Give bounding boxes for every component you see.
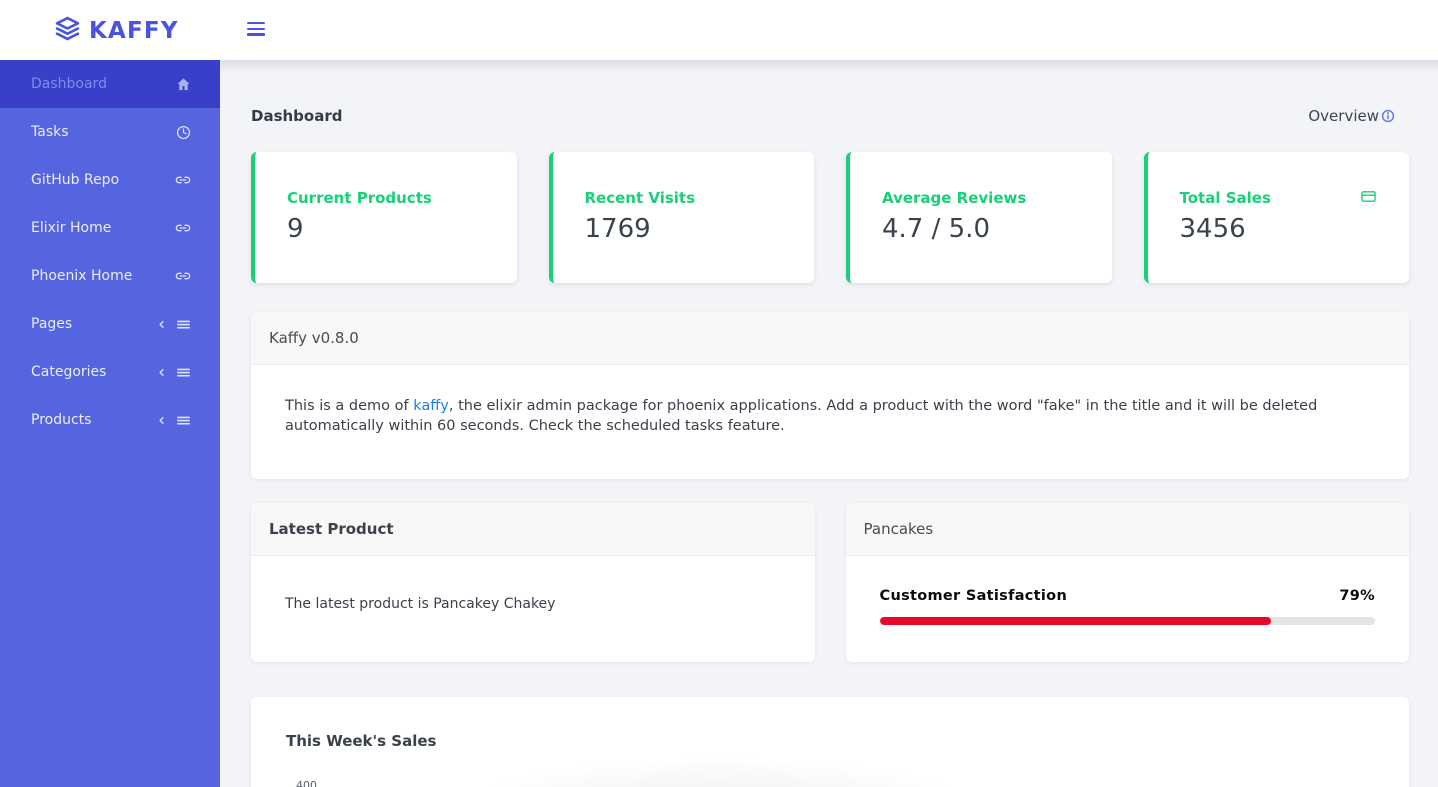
layers-icon: [55, 16, 80, 45]
info-text-before: This is a demo of: [285, 398, 414, 414]
link-icon: [175, 220, 191, 236]
stat-title: Current Products: [287, 189, 432, 207]
stat-title: Recent Visits: [584, 189, 696, 207]
chevron-left-icon: [156, 415, 167, 426]
sidebar-item-label: GitHub Repo: [31, 172, 120, 188]
sidebar-item-label: Elixir Home: [31, 220, 112, 236]
latest-product-text: The latest product is Pancakey Chakey: [285, 596, 556, 612]
sidebar-item-label: Tasks: [31, 124, 69, 140]
sidebar-item-products[interactable]: Products: [0, 396, 220, 444]
credit-card-icon: [1361, 189, 1376, 208]
stat-card-total-sales: Total Sales 3456: [1143, 152, 1409, 283]
sidebar-item-label: Categories: [31, 364, 107, 380]
info-icon[interactable]: [1381, 109, 1395, 123]
weekly-sales-panel: This Week's Sales 400: [251, 697, 1409, 787]
sidebar-item-tasks[interactable]: Tasks: [0, 108, 220, 156]
sidebar-item-phoenix-home[interactable]: Phoenix Home: [0, 252, 220, 300]
stat-card-current-products: Current Products 9: [251, 152, 517, 283]
brand-logo[interactable]: KAFFY: [55, 16, 179, 45]
sidebar-item-pages[interactable]: Pages: [0, 300, 220, 348]
sidebar-nav: Dashboard Tasks GitHub Repo Elixir Home …: [0, 60, 220, 787]
stat-card-average-reviews: Average Reviews 4.7 / 5.0: [846, 152, 1112, 283]
list-icon: [176, 317, 191, 332]
main-content: Dashboard Overview Current Products 9 Re…: [220, 60, 1438, 787]
sidebar-item-categories[interactable]: Categories: [0, 348, 220, 396]
chart-shadow-blob: [419, 755, 1019, 787]
stat-value: 4.7 / 5.0: [882, 214, 990, 244]
kaffy-info-panel: Kaffy v0.8.0 This is a demo of kaffy, th…: [251, 312, 1409, 479]
list-icon: [176, 413, 191, 428]
overview-label: Overview: [1308, 107, 1379, 125]
page-title: Dashboard: [251, 107, 343, 125]
brand-name: KAFFY: [89, 17, 179, 44]
stat-cards-row: Current Products 9 Recent Visits 1769 Av…: [251, 152, 1409, 283]
chevron-left-icon: [156, 367, 167, 378]
stat-value: 9: [287, 214, 304, 244]
sidebar-item-github-repo[interactable]: GitHub Repo: [0, 156, 220, 204]
satisfaction-panel: Pancakes Customer Satisfaction 79%: [845, 503, 1409, 662]
sidebar-item-label: Dashboard: [31, 76, 107, 92]
menu-toggle-icon[interactable]: [247, 22, 265, 39]
panel-title: Kaffy v0.8.0: [251, 312, 1409, 365]
sidebar-item-label: Pages: [31, 316, 73, 332]
kaffy-link[interactable]: kaffy: [413, 398, 449, 414]
latest-product-panel: Latest Product The latest product is Pan…: [251, 503, 815, 662]
chevron-left-icon: [156, 319, 167, 330]
stat-title: Average Reviews: [882, 189, 1027, 207]
link-icon: [175, 172, 191, 188]
satisfaction-metric-label: Customer Satisfaction: [879, 588, 1068, 604]
stat-value: 3456: [1179, 214, 1246, 244]
sidebar-item-label: Phoenix Home: [31, 268, 133, 284]
kaffy-info-text: This is a demo of kaffy, the elixir admi…: [251, 365, 1409, 479]
panel-title: Pancakes: [845, 503, 1409, 556]
top-header: KAFFY: [0, 0, 1438, 60]
satisfaction-progress-fill: [879, 617, 1271, 625]
list-icon: [176, 365, 191, 380]
home-icon: [176, 77, 191, 92]
clock-icon: [176, 125, 191, 140]
sidebar-item-label: Products: [31, 412, 92, 428]
sidebar-item-elixir-home[interactable]: Elixir Home: [0, 204, 220, 252]
panel-title: Latest Product: [251, 503, 815, 556]
link-icon: [175, 268, 191, 284]
satisfaction-percent-label: 79%: [1339, 588, 1375, 604]
stat-value: 1769: [584, 214, 651, 244]
overview-widget: Overview: [1308, 107, 1395, 125]
stat-card-recent-visits: Recent Visits 1769: [548, 152, 814, 283]
satisfaction-progress-track: [879, 617, 1375, 625]
panel-title: This Week's Sales: [286, 732, 437, 750]
chart-axis-tick: 400: [296, 779, 317, 787]
sidebar-item-dashboard[interactable]: Dashboard: [0, 60, 220, 108]
